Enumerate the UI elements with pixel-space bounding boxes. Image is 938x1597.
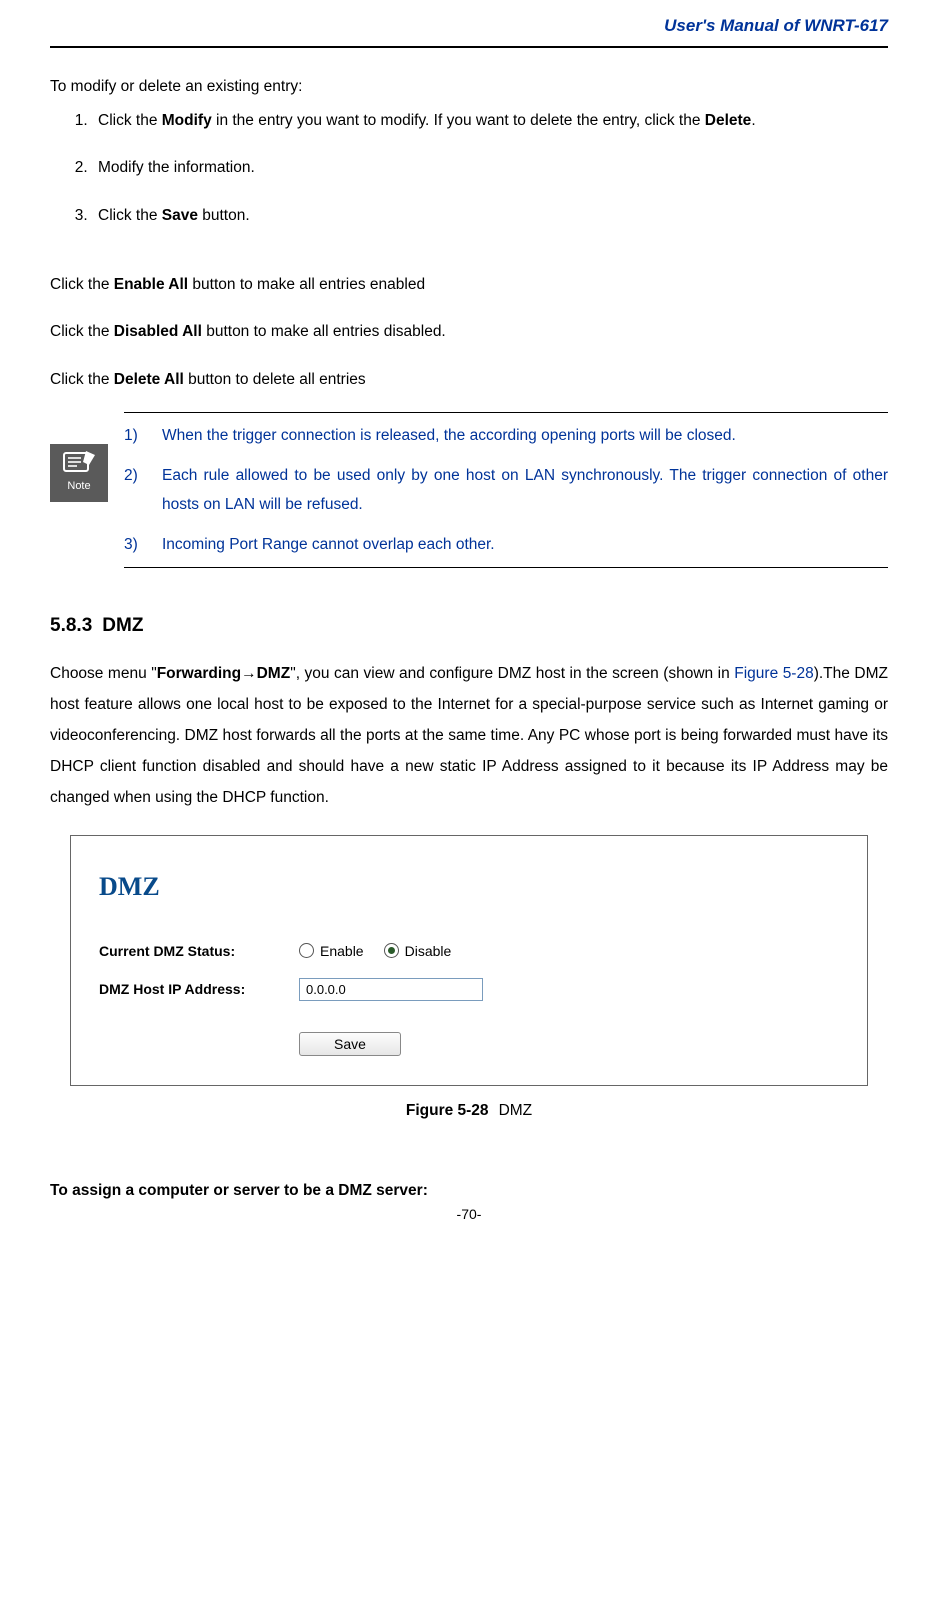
dmz-status-row: Current DMZ Status: Enable Disable xyxy=(99,938,839,965)
modify-keyword: Modify xyxy=(162,112,212,129)
dmz-paragraph: Choose menu "Forwarding→DMZ", you can vi… xyxy=(50,658,888,813)
page-header-title: User's Manual of WNRT-617 xyxy=(50,10,888,46)
save-keyword: Save xyxy=(162,207,198,224)
dmz-panel-heading: DMZ xyxy=(99,862,839,911)
section-heading: 5.8.3 DMZ xyxy=(50,608,888,644)
figure-caption: Figure 5-28 DMZ xyxy=(50,1096,888,1125)
dmz-status-label: Current DMZ Status: xyxy=(99,938,299,965)
menu-path: Forwarding→DMZ xyxy=(157,665,290,682)
modify-steps: Click the Modify in the entry you want t… xyxy=(50,106,888,230)
click-disabled-all: Click the Disabled All button to make al… xyxy=(50,317,888,346)
dmz-ip-label: DMZ Host IP Address: xyxy=(99,976,299,1003)
step-1: Click the Modify in the entry you want t… xyxy=(92,106,888,135)
note-body: 1) When the trigger connection is releas… xyxy=(124,412,888,568)
note-box: Note 1) When the trigger connection is r… xyxy=(50,412,888,568)
note-label: Note xyxy=(67,476,90,497)
caption-text: DMZ xyxy=(499,1102,533,1119)
note-item-3: 3) Incoming Port Range cannot overlap ea… xyxy=(124,530,888,559)
note-item-1: 1) When the trigger connection is releas… xyxy=(124,421,888,450)
note-item-2: 2) Each rule allowed to be used only by … xyxy=(124,461,888,520)
enable-radio-label: Enable xyxy=(320,938,364,965)
section-number: 5.8.3 xyxy=(50,615,92,636)
dmz-ip-input[interactable] xyxy=(299,978,483,1001)
disable-radio[interactable] xyxy=(384,943,399,958)
delete-keyword: Delete xyxy=(705,112,752,129)
step-3: Click the Save button. xyxy=(92,201,888,230)
page-number: -70- xyxy=(0,1201,938,1228)
figure-reference: Figure 5-28 xyxy=(734,665,813,682)
click-enable-all: Click the Enable All button to make all … xyxy=(50,270,888,299)
click-delete-all: Click the Delete All button to delete al… xyxy=(50,365,888,394)
dmz-ip-row: DMZ Host IP Address: xyxy=(99,976,839,1003)
section-title: DMZ xyxy=(102,615,143,636)
enable-radio[interactable] xyxy=(299,943,314,958)
disable-radio-label: Disable xyxy=(405,938,452,965)
caption-figure-number: Figure 5-28 xyxy=(406,1102,489,1119)
modify-intro: To modify or delete an existing entry: xyxy=(50,72,888,101)
step-2: Modify the information. xyxy=(92,153,888,182)
save-button[interactable]: Save xyxy=(299,1032,401,1056)
header-rule xyxy=(50,46,888,48)
note-icon: Note xyxy=(50,444,108,502)
dmz-screenshot: DMZ Current DMZ Status: Enable Disable D… xyxy=(70,835,868,1086)
